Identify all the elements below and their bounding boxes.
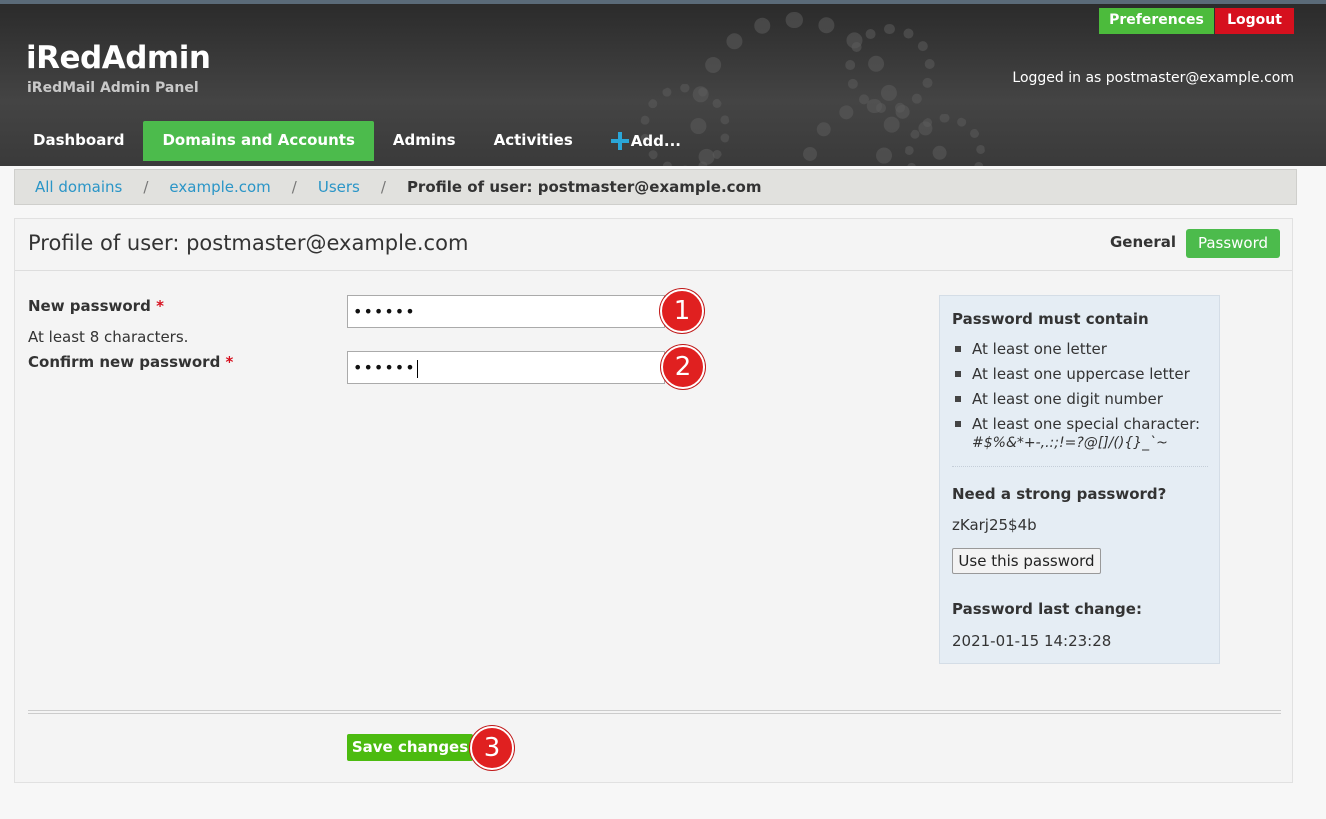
required-mark: * bbox=[225, 353, 234, 371]
required-mark: * bbox=[156, 297, 164, 315]
annotation-badge-3: 3 bbox=[470, 726, 514, 770]
divider bbox=[952, 466, 1208, 467]
breadcrumb-separator: / bbox=[291, 178, 297, 196]
rules-title: Password must contain bbox=[952, 310, 1149, 328]
tab-general[interactable]: General bbox=[1110, 233, 1176, 251]
confirm-password-label-text: Confirm new password bbox=[28, 353, 221, 371]
rules-list: At least one letter At least one upperca… bbox=[952, 340, 1212, 459]
list-item: At least one uppercase letter bbox=[952, 365, 1212, 383]
main-nav: Dashboard Domains and Accounts Admins Ac… bbox=[14, 121, 700, 161]
nav-item-admins[interactable]: Admins bbox=[374, 121, 475, 161]
rule-special-label: At least one special character: bbox=[972, 415, 1201, 433]
breadcrumb-domain[interactable]: example.com bbox=[169, 178, 270, 196]
plus-icon bbox=[610, 132, 629, 150]
app-subtitle: iRedMail Admin Panel bbox=[27, 80, 199, 96]
breadcrumb-all-domains[interactable]: All domains bbox=[35, 178, 122, 196]
password-rules-box: Password must contain At least one lette… bbox=[939, 295, 1220, 664]
password-last-change-title: Password last change: bbox=[952, 600, 1142, 618]
list-item: At least one digit number bbox=[952, 390, 1212, 408]
new-password-label: New password * bbox=[28, 297, 164, 315]
nav-item-dashboard[interactable]: Dashboard bbox=[14, 121, 143, 161]
list-item: At least one letter bbox=[952, 340, 1212, 358]
nav-item-add-label: Add... bbox=[630, 132, 681, 150]
breadcrumb: All domains / example.com / Users / Prof… bbox=[14, 169, 1297, 205]
nav-item-domains-and-accounts[interactable]: Domains and Accounts bbox=[143, 121, 374, 161]
new-password-input[interactable]: •••••• bbox=[347, 295, 665, 328]
breadcrumb-users[interactable]: Users bbox=[318, 178, 360, 196]
new-password-hint: At least 8 characters. bbox=[28, 328, 189, 346]
new-password-label-text: New password bbox=[28, 297, 151, 315]
use-this-password-button[interactable]: Use this password bbox=[952, 548, 1101, 574]
generated-password: zKarj25$4b bbox=[952, 516, 1037, 534]
annotation-badge-2: 2 bbox=[661, 345, 705, 389]
header: iRedAdmin iRedMail Admin Panel Preferenc… bbox=[0, 0, 1326, 166]
logout-button[interactable]: Logout bbox=[1215, 8, 1294, 34]
preferences-button[interactable]: Preferences bbox=[1099, 8, 1214, 34]
text-caret bbox=[416, 359, 418, 378]
breadcrumb-separator: / bbox=[380, 178, 386, 196]
password-last-change-date: 2021-01-15 14:23:28 bbox=[952, 632, 1112, 650]
nav-item-add[interactable]: Add... bbox=[592, 121, 700, 161]
annotation-badge-1: 1 bbox=[660, 289, 704, 333]
panel-header: Profile of user: postmaster@example.com … bbox=[15, 219, 1292, 271]
confirm-password-value: •••••• bbox=[353, 358, 416, 377]
breadcrumb-current: Profile of user: postmaster@example.com bbox=[406, 178, 762, 196]
confirm-password-input[interactable]: •••••• bbox=[347, 351, 665, 384]
save-changes-button[interactable]: Save changes bbox=[347, 734, 473, 761]
strong-password-title: Need a strong password? bbox=[952, 485, 1167, 503]
app-title[interactable]: iRedAdmin bbox=[26, 40, 211, 76]
rule-special-chars: #$%&*+-,.:;!=?@[]/(){}_`~ bbox=[972, 435, 1168, 451]
nav-item-activities[interactable]: Activities bbox=[475, 121, 592, 161]
list-item: At least one special character: #$%&*+-,… bbox=[952, 415, 1212, 452]
page-title: Profile of user: postmaster@example.com bbox=[28, 231, 469, 255]
tab-password[interactable]: Password bbox=[1186, 229, 1280, 258]
logged-in-text: Logged in as postmaster@example.com bbox=[1012, 70, 1294, 86]
divider bbox=[28, 710, 1281, 714]
profile-panel: Profile of user: postmaster@example.com … bbox=[14, 218, 1293, 783]
breadcrumb-separator: / bbox=[143, 178, 149, 196]
confirm-password-label: Confirm new password * bbox=[28, 353, 233, 371]
